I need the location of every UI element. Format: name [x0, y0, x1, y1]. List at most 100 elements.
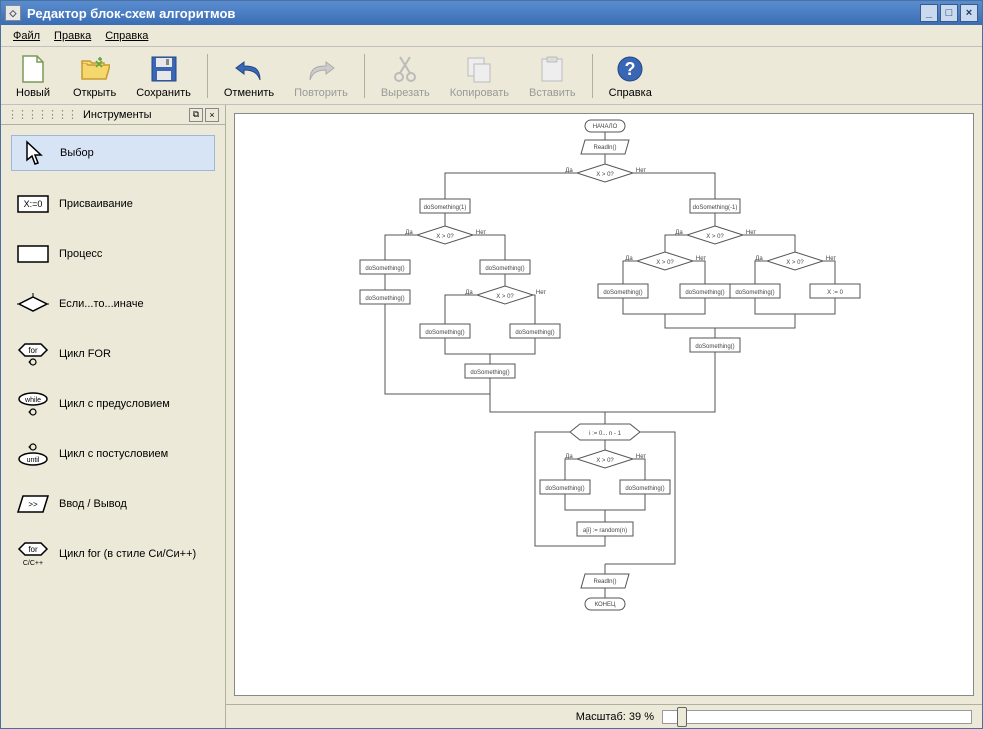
svg-text:C/C++: C/C++ [23, 560, 43, 567]
tool-label: Присваивание [59, 198, 133, 210]
menu-help[interactable]: Справка [99, 28, 154, 44]
sidebar: ⋮⋮⋮⋮⋮⋮⋮ Инструменты ⧉ × Выбор X:=0 Пр [1, 105, 226, 728]
tool-process[interactable]: Процесс [11, 237, 215, 271]
process-icon [17, 243, 49, 265]
paste-button[interactable]: Вставить [525, 51, 580, 101]
svg-text:КОНЕЦ: КОНЕЦ [595, 602, 616, 608]
toolbox: Выбор X:=0 Присваивание Процесс [1, 125, 225, 728]
paste-icon [536, 53, 568, 85]
minimize-button[interactable]: _ [920, 4, 938, 22]
separator [364, 54, 365, 98]
tool-until[interactable]: until Цикл с постусловием [11, 437, 215, 471]
tool-ifelse[interactable]: Если...то...иначе [11, 287, 215, 321]
separator [592, 54, 593, 98]
svg-text:doSomething(): doSomething() [365, 266, 404, 272]
zoom-thumb[interactable] [677, 707, 687, 727]
open-label: Открыть [73, 87, 116, 99]
tool-label: Цикл for (в стиле Си/Си++) [59, 548, 196, 560]
titlebar: ◇ Редактор блок-схем алгоритмов _ □ × [1, 1, 982, 25]
help-button[interactable]: ? Справка [605, 51, 656, 101]
svg-text:?: ? [625, 59, 636, 79]
tool-label: Ввод / Вывод [59, 498, 127, 510]
tool-label: Цикл с предусловием [59, 398, 170, 410]
tool-assign[interactable]: X:=0 Присваивание [11, 187, 215, 221]
toolbar: Новый Открыть Сохранить Отменить Повтор [1, 47, 982, 105]
cut-label: Вырезать [381, 87, 430, 99]
svg-text:X > 0?: X > 0? [496, 294, 514, 300]
svg-text:doSomething(): doSomething() [470, 370, 509, 376]
undo-button[interactable]: Отменить [220, 51, 278, 101]
redo-button[interactable]: Повторить [290, 51, 352, 101]
svg-text:doSomething(): doSomething() [365, 296, 404, 302]
flowchart-canvas[interactable]: НАЧАЛО Readln() X > 0? Да Нет [234, 113, 974, 696]
for-loop-icon: for [17, 343, 49, 365]
tool-io[interactable]: >> Ввод / Вывод [11, 487, 215, 521]
io-icon: >> [17, 493, 49, 515]
zoom-label: Масштаб: 39 % [576, 711, 654, 723]
paste-label: Вставить [529, 87, 576, 99]
diamond-icon [17, 293, 49, 315]
save-label: Сохранить [136, 87, 191, 99]
svg-text:doSomething(): doSomething() [685, 290, 724, 296]
svg-text:X > 0?: X > 0? [786, 260, 804, 266]
menubar: Файл Правка Справка [1, 25, 982, 47]
svg-text:doSomething(): doSomething() [735, 290, 774, 296]
close-button[interactable]: × [960, 4, 978, 22]
svg-text:>>: >> [28, 500, 38, 509]
cut-button[interactable]: Вырезать [377, 51, 434, 101]
maximize-button[interactable]: □ [940, 4, 958, 22]
svg-text:X > 0?: X > 0? [706, 234, 724, 240]
tool-cfor[interactable]: for C/C++ Цикл for (в стиле Си/Си++) [11, 537, 215, 571]
svg-text:until: until [27, 457, 40, 464]
flowchart: НАЧАЛО Readln() X > 0? Да Нет [235, 114, 965, 674]
menu-file[interactable]: Файл [7, 28, 46, 44]
open-folder-icon [79, 53, 111, 85]
cursor-icon [18, 142, 50, 164]
tool-for[interactable]: for Цикл FOR [11, 337, 215, 371]
save-button[interactable]: Сохранить [132, 51, 195, 101]
app-icon: ◇ [5, 5, 21, 21]
cut-icon [389, 53, 421, 85]
tool-while[interactable]: while Цикл с предусловием [11, 387, 215, 421]
panel-float-button[interactable]: ⧉ [189, 108, 203, 122]
undo-icon [233, 53, 265, 85]
new-file-icon [17, 53, 49, 85]
svg-text:for: for [28, 545, 38, 554]
redo-label: Повторить [294, 87, 348, 99]
copy-icon [463, 53, 495, 85]
svg-text:Readln(): Readln() [593, 145, 616, 151]
new-button[interactable]: Новый [9, 51, 57, 101]
svg-text:while: while [24, 397, 41, 404]
svg-text:doSomething(): doSomething() [515, 330, 554, 336]
copy-button[interactable]: Копировать [446, 51, 513, 101]
svg-text:Readln(): Readln() [593, 579, 616, 585]
svg-text:i := 0... n - 1: i := 0... n - 1 [589, 431, 622, 437]
tool-select[interactable]: Выбор [11, 135, 215, 171]
redo-icon [305, 53, 337, 85]
svg-text:doSomething(-1): doSomething(-1) [693, 205, 738, 211]
tool-label: Цикл FOR [59, 348, 111, 360]
svg-text:X:=0: X:=0 [24, 199, 43, 209]
svg-text:X > 0?: X > 0? [596, 458, 614, 464]
panel-title: Инструменты [83, 109, 152, 121]
panel-titlebar: ⋮⋮⋮⋮⋮⋮⋮ Инструменты ⧉ × [1, 105, 225, 125]
svg-text:a[i] := random(n): a[i] := random(n) [583, 528, 627, 534]
svg-text:НАЧАЛО: НАЧАЛО [593, 124, 618, 130]
menu-edit[interactable]: Правка [48, 28, 97, 44]
svg-text:X > 0?: X > 0? [656, 260, 674, 266]
help-label: Справка [609, 87, 652, 99]
until-loop-icon: until [17, 443, 49, 465]
svg-text:X := 0: X := 0 [827, 290, 844, 296]
assign-icon: X:=0 [17, 193, 49, 215]
statusbar: Масштаб: 39 % [226, 704, 982, 728]
zoom-slider[interactable] [662, 710, 972, 724]
svg-text:X > 0?: X > 0? [436, 234, 454, 240]
separator [207, 54, 208, 98]
svg-text:doSomething(): doSomething() [625, 486, 664, 492]
panel-close-button[interactable]: × [205, 108, 219, 122]
cfor-loop-icon: for C/C++ [17, 543, 49, 565]
undo-label: Отменить [224, 87, 274, 99]
svg-text:doSomething(): doSomething() [545, 486, 584, 492]
open-button[interactable]: Открыть [69, 51, 120, 101]
svg-text:doSomething(): doSomething() [603, 290, 642, 296]
